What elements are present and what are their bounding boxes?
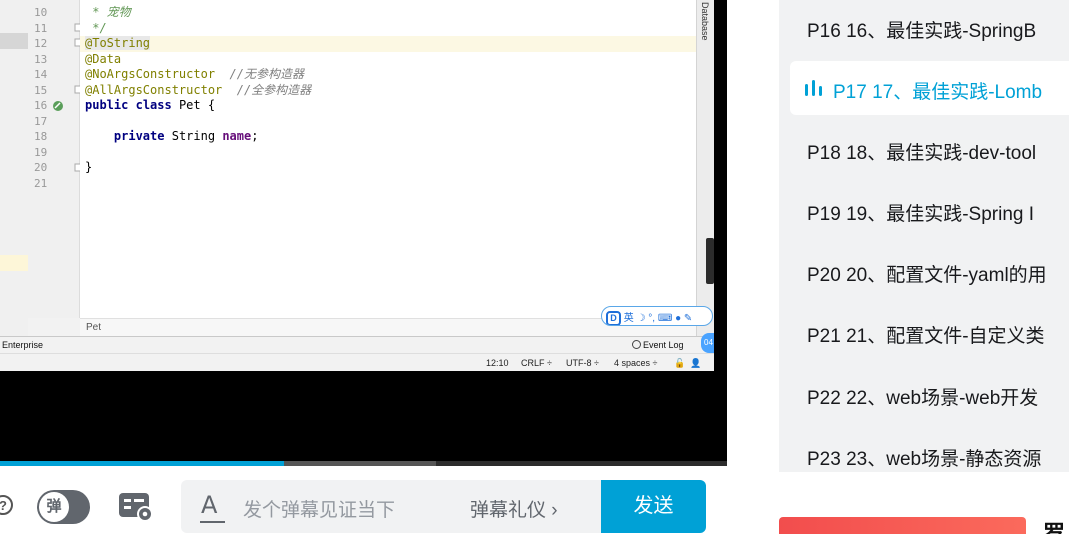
project-highlight — [0, 255, 28, 271]
promo-banner[interactable] — [779, 517, 1026, 534]
line-number: 21 — [34, 176, 48, 190]
font-style-underline — [200, 521, 225, 523]
notification-badge: 04 — [701, 333, 714, 353]
ime-language: 英 — [623, 313, 634, 324]
code-line-close: } — [85, 160, 93, 174]
code-line-noargs: @NoArgsConstructor //无参构造器 — [85, 67, 304, 81]
line-number: 19 — [34, 145, 48, 159]
font-style-icon[interactable]: A — [201, 491, 217, 519]
project-panel — [0, 0, 28, 336]
danmaku-bar: ? 弹 A 发个弹幕见证当下 弹幕礼仪 › 发送 — [0, 466, 727, 534]
database-tool-tab: Database — [700, 2, 710, 41]
code-doc-end: */ — [85, 20, 107, 35]
send-button[interactable]: 发送 — [601, 480, 706, 533]
code-line-class: public class Pet { — [85, 98, 216, 112]
scrollbar-marker — [706, 238, 714, 284]
code-line-tostring: @ToString — [85, 36, 151, 50]
episode-item[interactable]: P18 18、最佳实践-dev-tool — [790, 122, 1069, 176]
line-number: 11 — [34, 21, 48, 35]
danmaku-toggle[interactable]: 弹 — [37, 490, 90, 524]
help-icon[interactable]: ? — [0, 495, 13, 515]
danmaku-settings-icon[interactable] — [117, 490, 157, 524]
file-encoding: UTF-8 ÷ — [566, 358, 599, 368]
code-line-allargs: @AllArgsConstructor //全参构造器 — [85, 82, 312, 97]
episode-item[interactable]: P22 22、web场景-web开发 — [790, 367, 1069, 421]
line-number: 16 — [34, 99, 48, 112]
right-tool-strip — [696, 0, 714, 336]
line-number: 12 — [34, 37, 48, 50]
status-left: Enterprise — [2, 340, 44, 350]
code-doc-comment: * 宠物 — [85, 5, 131, 19]
episode-item[interactable]: P19 19、最佳实践-Spring I — [790, 183, 1069, 237]
ide-status-bar-info: 12:10 CRLF ÷ UTF-8 ÷ 4 spaces ÷ 🔓 👤 — [0, 353, 714, 371]
lock-icon: 🔓 — [674, 358, 686, 368]
indent-setting: 4 spaces ÷ — [614, 358, 658, 368]
danmaku-etiquette-link[interactable]: 弹幕礼仪 › — [470, 495, 558, 522]
screen: 10 11 12 13 14 15 16 17 18 19 20 21 * 宠物… — [0, 0, 1069, 534]
ide-screenshot: 10 11 12 13 14 15 16 17 18 19 20 21 * 宠物… — [0, 0, 714, 371]
video-player[interactable]: 10 11 12 13 14 15 16 17 18 19 20 21 * 宠物… — [0, 0, 727, 466]
line-separator: CRLF ÷ — [521, 358, 552, 368]
line-number: 10 — [34, 6, 48, 19]
ime-toolbar: D 英 ☽ °, ⌨ ● ✎ — [601, 306, 713, 326]
line-number: 20 — [34, 161, 48, 174]
event-log-icon — [632, 340, 641, 349]
line-number: 14 — [34, 68, 48, 81]
episode-list: P16 16、最佳实践-SpringB P17 17、最佳实践-Lomb P18… — [779, 0, 1069, 472]
danmaku-input[interactable]: A 发个弹幕见证当下 弹幕礼仪 › — [181, 480, 601, 533]
line-gutter: 10 11 12 13 14 15 16 17 18 19 20 21 — [28, 0, 100, 318]
line-number: 17 — [34, 114, 48, 128]
danmaku-toggle-knob: 弹 — [39, 492, 69, 522]
ime-tools-icon: ☽ °, ⌨ ● ✎ — [636, 313, 693, 324]
ide-status-bar: Enterprise Event Log — [0, 336, 714, 353]
episode-item[interactable]: P21 21、配置文件-自定义类 — [790, 305, 1069, 359]
ime-logo-icon: D — [606, 311, 621, 325]
line-number: 18 — [34, 130, 48, 143]
episode-item[interactable]: P16 16、最佳实践-SpringB — [790, 0, 1069, 54]
code-line-field: private String name; — [113, 129, 259, 143]
code-area: * 宠物 */ @ToString @Data @NoArgsConstruct… — [80, 0, 696, 318]
episode-item[interactable]: P20 20、配置文件-yaml的用 — [790, 244, 1069, 298]
now-playing-icon — [805, 80, 822, 96]
inspector-icon: 👤 — [690, 358, 702, 368]
partial-heading: 罗 — [1043, 521, 1066, 534]
episode-item-active[interactable]: P17 17、最佳实践-Lomb — [790, 61, 1069, 115]
line-number: 13 — [34, 52, 48, 66]
project-selection — [0, 33, 28, 49]
episode-item[interactable]: P23 23、web场景-静态资源 — [790, 428, 1069, 472]
code-line-data: @Data — [85, 51, 122, 66]
danmaku-placeholder: 发个弹幕见证当下 — [243, 500, 396, 521]
event-log: Event Log — [632, 340, 684, 350]
caret-position: 12:10 — [486, 358, 509, 368]
line-number: 15 — [34, 83, 48, 97]
bean-icon — [53, 101, 63, 111]
